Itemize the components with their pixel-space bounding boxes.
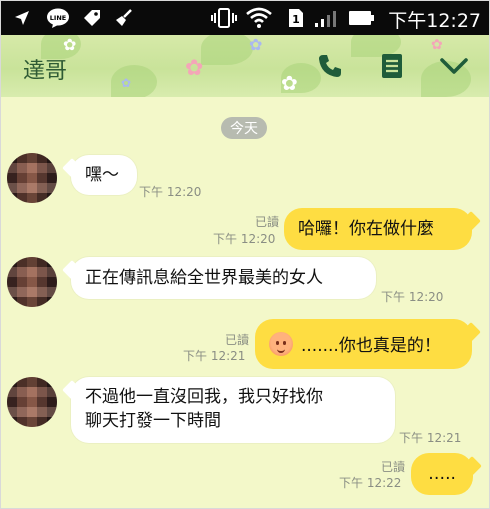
vibrate-icon <box>209 7 239 29</box>
chat-screen: LINE 1 下午12:27 ✿ ✿ ✿ ✿ ✿ ✿ 達哥 今天 嘿～ 下午 1… <box>0 0 490 509</box>
status-bar: LINE 1 下午12:27 <box>1 1 489 35</box>
leaf-decoration <box>201 35 253 65</box>
message-time: 下午 12:22 <box>339 476 402 490</box>
chat-title[interactable]: 達哥 <box>23 53 67 85</box>
chevron-down-icon <box>440 58 468 74</box>
signal-icon <box>313 7 339 29</box>
avatar[interactable] <box>7 257 57 307</box>
avatar[interactable] <box>7 153 57 203</box>
status-time: 下午12:27 <box>388 10 481 32</box>
message-time: 下午 12:20 <box>139 185 202 199</box>
outgoing-message-bubble[interactable]: ….. <box>411 453 473 495</box>
outgoing-message-bubble[interactable]: .......你也真是的！ <box>255 319 472 369</box>
chat-header: ✿ ✿ ✿ ✿ ✿ ✿ 達哥 <box>1 35 489 97</box>
message-time: 下午 12:21 <box>399 431 462 445</box>
avatar[interactable] <box>7 377 57 427</box>
flower-decoration: ✿ <box>185 56 204 81</box>
message-line: 不過他一直沒回我，我只好找你 <box>85 387 323 407</box>
flower-decoration: ✿ <box>121 76 132 90</box>
message-text: 哈囉！你在做什麼 <box>298 219 434 239</box>
message-list[interactable]: 今天 嘿～ 下午 12:20 已讀 下午 12:20 哈囉！你在做什麼 正在傳訊… <box>1 97 489 508</box>
notes-icon <box>382 54 402 78</box>
leaf-decoration <box>111 65 157 97</box>
sim-slot-number: 1 <box>292 13 300 26</box>
sim-icon: 1 <box>285 7 307 29</box>
outgoing-message-bubble[interactable]: 哈囉！你在做什麼 <box>284 208 472 250</box>
flower-decoration: ✿ <box>281 71 298 95</box>
message-text: ….. <box>428 464 456 484</box>
incoming-message-bubble[interactable]: 嘿～ <box>71 155 137 195</box>
wifi-icon <box>245 7 273 29</box>
read-receipt: 已讀 <box>224 333 249 347</box>
message-line: 聊天打發一下時間 <box>85 411 221 431</box>
message-time: 下午 12:20 <box>213 232 276 246</box>
svg-text:LINE: LINE <box>50 14 66 22</box>
read-receipt: 已讀 <box>380 460 405 474</box>
menu-toggle-button[interactable] <box>437 49 471 83</box>
broom-icon <box>113 7 135 29</box>
message-text: .......你也真是的！ <box>301 336 441 356</box>
read-receipt: 已讀 <box>254 215 279 229</box>
incoming-message-bubble[interactable]: 不過他一直沒回我，我只好找你 聊天打發一下時間 <box>71 377 395 443</box>
tag-icon <box>81 7 103 29</box>
flower-decoration: ✿ <box>249 35 263 54</box>
date-divider: 今天 <box>221 117 267 139</box>
message-time: 下午 12:20 <box>381 290 444 304</box>
flower-decoration: ✿ <box>63 35 77 54</box>
phone-icon <box>319 55 341 77</box>
blushing-face-emoji <box>269 332 293 356</box>
message-time: 下午 12:21 <box>183 349 246 363</box>
message-text: 嘿～ <box>85 165 119 185</box>
location-arrow-icon <box>11 7 33 29</box>
call-button[interactable] <box>313 49 347 83</box>
notes-button[interactable] <box>375 49 409 83</box>
battery-icon <box>347 7 377 29</box>
line-app-icon: LINE <box>45 7 71 29</box>
message-text: 正在傳訊息給全世界最美的女人 <box>85 268 323 288</box>
incoming-message-bubble[interactable]: 正在傳訊息給全世界最美的女人 <box>71 257 376 299</box>
